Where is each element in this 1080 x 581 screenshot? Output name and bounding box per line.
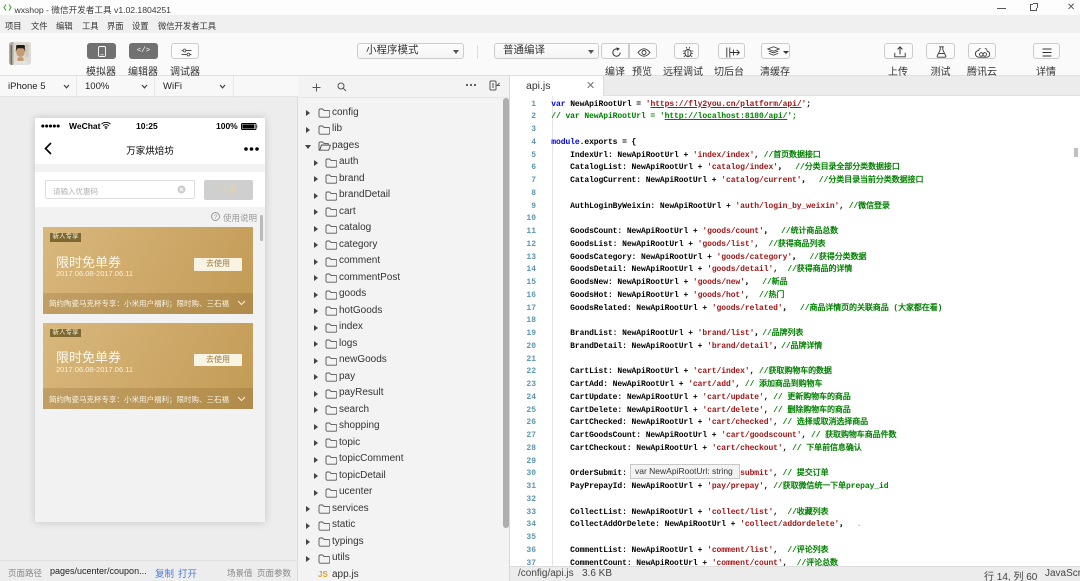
svg-text:?: ?	[214, 214, 218, 221]
